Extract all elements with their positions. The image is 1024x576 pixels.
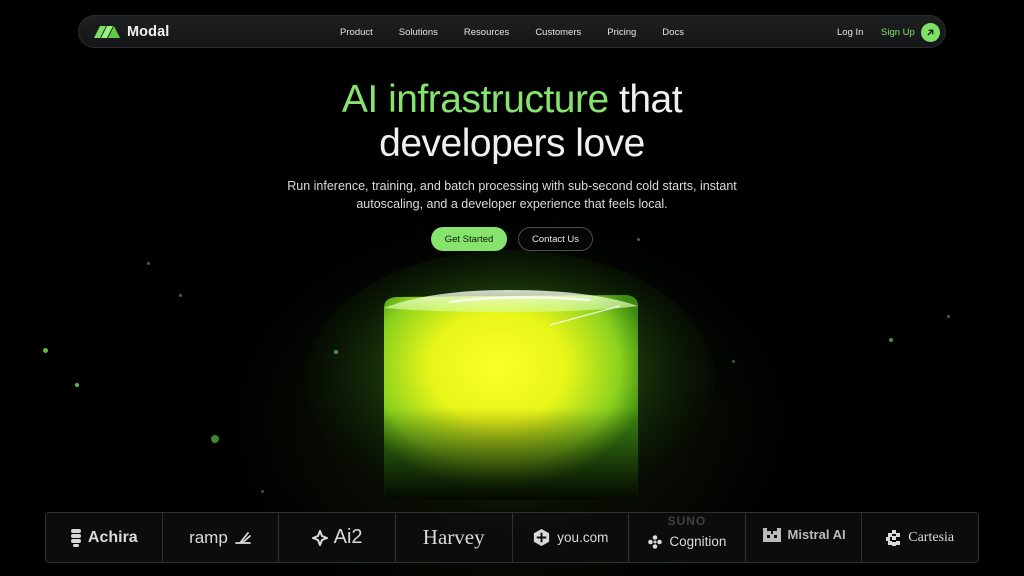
nav-link-pricing[interactable]: Pricing (594, 27, 649, 38)
particle (334, 350, 338, 354)
glowing-cube-illustration (305, 250, 715, 510)
particle (211, 435, 219, 443)
customer-name: ramp (189, 527, 228, 547)
customer-logo-ramp: ramp (163, 513, 280, 562)
nav-link-docs[interactable]: Docs (649, 27, 697, 38)
modal-logo[interactable]: Modal (93, 22, 169, 42)
hero-title-rest: that (619, 78, 683, 121)
nav-links: Product Solutions Resources Customers Pr… (79, 16, 945, 49)
hero-subtitle: Run inference, training, and batch proce… (287, 179, 737, 211)
customer-name: Cartesia (908, 529, 955, 545)
nav-link-solutions[interactable]: Solutions (386, 27, 451, 38)
you-com-logo-icon (534, 528, 550, 547)
hero-title-accent: AI infrastructure (341, 78, 609, 121)
top-nav: Modal Product Solutions Resources Custom… (78, 15, 946, 48)
signup-button[interactable]: Sign Up (881, 22, 940, 42)
nav-link-product[interactable]: Product (327, 27, 386, 38)
particle (261, 490, 264, 493)
ai2-logo-icon (311, 529, 328, 546)
particle (43, 348, 48, 353)
customer-name: Cognition (669, 534, 727, 549)
particle (75, 383, 79, 387)
signup-label: Sign Up (881, 26, 915, 38)
modal-logo-icon (94, 26, 120, 38)
customer-logo-cartesia: Cartesia (862, 513, 978, 562)
particle (637, 238, 640, 241)
nav-link-customers[interactable]: Customers (522, 27, 594, 38)
nav-link-resources[interactable]: Resources (451, 27, 522, 38)
particle (889, 338, 893, 342)
customer-name: Mistral AI (787, 527, 846, 542)
hero-title: AI infrastructure that developers love (0, 78, 1024, 166)
ramp-logo-icon (234, 531, 251, 544)
mistral-logo-icon (762, 527, 781, 542)
login-link[interactable]: Log In (837, 27, 863, 38)
particle (179, 294, 182, 297)
contact-us-button[interactable]: Contact Us (518, 227, 593, 251)
particle (947, 315, 950, 318)
brand-name: Modal (127, 24, 170, 40)
customer-logo-strip: Achira ramp Ai2 Harvey you.com SUNO Cogn… (45, 512, 979, 563)
customer-name: you.com (557, 530, 609, 545)
page: Modal Product Solutions Resources Custom… (0, 0, 1024, 576)
customer-logo-ai2: Ai2 (279, 513, 396, 562)
particle (147, 262, 150, 265)
cartesia-logo-icon (886, 529, 901, 546)
hero-title-line-2: developers love (379, 122, 645, 165)
get-started-button[interactable]: Get Started (431, 227, 507, 251)
customer-name: Achira (87, 528, 138, 546)
particle (732, 360, 735, 363)
customer-logo-cognition: SUNO Cognition (629, 513, 746, 562)
customer-logo-achira: Achira (46, 513, 163, 562)
faded-logo-text: SUNO (667, 514, 707, 528)
customer-name: Ai2 (333, 526, 363, 548)
customer-logo-mistral: Mistral AI (746, 513, 863, 562)
arrow-up-right-icon (920, 22, 940, 42)
customer-name: Harvey (422, 525, 485, 549)
cta-row: Get Started Contact Us (0, 227, 1024, 252)
customer-logo-you-com: you.com (513, 513, 630, 562)
cognition-logo-icon (648, 534, 663, 549)
achira-logo-icon (70, 528, 81, 547)
customer-logo-harvey: Harvey (396, 513, 513, 562)
